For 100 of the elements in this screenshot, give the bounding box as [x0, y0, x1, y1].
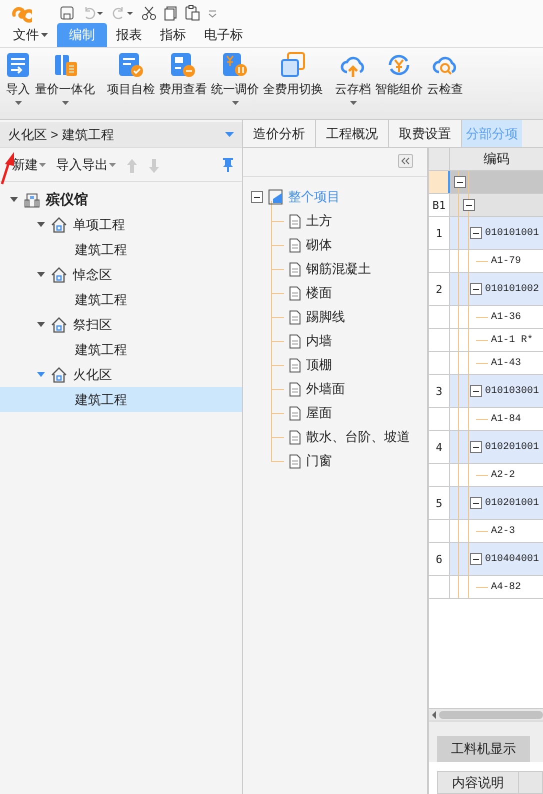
building-icon	[24, 191, 40, 208]
document-icon	[289, 382, 301, 396]
collapse-box[interactable]	[470, 497, 482, 509]
ribbon-button[interactable]: 云检查	[426, 52, 464, 119]
document-list-icon	[52, 52, 78, 78]
ribbon-button[interactable]: 导入	[4, 52, 32, 119]
document-icon	[289, 286, 301, 300]
house-icon	[51, 366, 67, 382]
tree-item[interactable]: 钢筋混凝土	[306, 260, 371, 278]
caret-icon	[109, 162, 116, 166]
caret-icon	[41, 33, 48, 37]
document-icon	[289, 430, 301, 444]
collapse-box[interactable]	[470, 441, 482, 453]
view-tab[interactable]: 造价分析	[243, 120, 316, 147]
menu-tab[interactable]: 报表	[107, 23, 151, 47]
tree-item[interactable]: 单项工程	[0, 212, 242, 237]
collapse-box[interactable]	[470, 385, 482, 397]
ribbon-button[interactable]: 全费用切换	[262, 52, 324, 119]
code-text: 010201001	[485, 498, 540, 508]
yen-cycle-icon	[386, 52, 412, 78]
document-icon	[289, 214, 301, 228]
tree-item[interactable]: 屋面	[306, 404, 332, 422]
view-tab[interactable]: 取费设置	[389, 120, 462, 147]
tree-item[interactable]: 顶棚	[306, 356, 332, 374]
pin-icon[interactable]	[222, 156, 234, 172]
double-chevron-icon	[401, 157, 410, 165]
tree-item[interactable]: 殡仪馆	[0, 187, 242, 212]
expand-caret-icon[interactable]	[37, 372, 45, 377]
collapse-box[interactable]	[251, 191, 263, 203]
view-tab[interactable]: 工程概况	[316, 120, 389, 147]
code-text: 010101002	[485, 284, 540, 294]
copy-icon[interactable]	[164, 6, 177, 20]
folder-icon	[268, 189, 283, 205]
caret-icon	[39, 162, 46, 166]
tree-item[interactable]: 火化区	[0, 362, 242, 387]
collapse-box[interactable]	[454, 176, 466, 188]
tree-item[interactable]: 建筑工程	[0, 337, 242, 362]
menu-tab[interactable]: 文件	[4, 23, 57, 47]
tree-item[interactable]: 门窗	[306, 452, 332, 470]
house-icon	[51, 266, 67, 282]
ribbon-button[interactable]: 云存档	[334, 52, 372, 119]
code-text: A1-1 R*	[491, 334, 534, 346]
paste-icon[interactable]	[185, 5, 200, 21]
ribbon-button[interactable]: 统一调价	[210, 52, 260, 119]
code-text: 010201001	[485, 442, 540, 452]
tree-item[interactable]: 悼念区	[0, 262, 242, 287]
menu-tab[interactable]: 指标	[151, 23, 195, 47]
expand-caret-icon[interactable]	[37, 272, 45, 277]
code-text: A1-36	[491, 312, 522, 322]
caret-icon	[62, 101, 68, 105]
collapse-box[interactable]	[470, 553, 482, 565]
tree-item[interactable]: 建筑工程	[0, 387, 242, 412]
panel-tab[interactable]: 工料机显示	[437, 736, 530, 762]
toolbar-button[interactable]: 导入导出	[56, 156, 116, 174]
ribbon-button[interactable]: 量价一体化	[34, 52, 96, 119]
tree-item[interactable]: 内墙	[306, 332, 332, 350]
tree-item[interactable]: 楼面	[306, 284, 332, 302]
tree-item[interactable]: 踢脚线	[306, 308, 345, 326]
dropdown-icon[interactable]	[225, 132, 234, 137]
tree-item[interactable]: 祭扫区	[0, 312, 242, 337]
scrollbar-thumb[interactable]	[439, 710, 543, 718]
code-text: 010103001	[485, 386, 540, 396]
expand-caret-icon[interactable]	[37, 322, 45, 327]
scroll-left-icon[interactable]	[431, 710, 437, 718]
save-icon[interactable]	[60, 6, 74, 20]
tree-item[interactable]: 外墙面	[306, 380, 345, 398]
tree-item[interactable]: 建筑工程	[0, 287, 242, 312]
expand-caret-icon[interactable]	[37, 222, 45, 227]
toolbar-button[interactable]: 新建	[12, 156, 46, 174]
document-yen-icon	[222, 52, 248, 78]
document-icon	[289, 406, 301, 420]
code-text: A1-43	[491, 358, 522, 368]
ribbon-button[interactable]: 项目自检	[106, 52, 156, 119]
collapse-button[interactable]	[398, 154, 413, 168]
menu-tab[interactable]: 电子标	[195, 23, 252, 47]
code-text: A4-82	[491, 582, 522, 592]
caret-icon	[232, 101, 238, 105]
row-number	[429, 171, 450, 193]
tree-item[interactable]: 砌体	[306, 236, 332, 254]
customize-icon[interactable]	[208, 8, 217, 18]
redo-icon[interactable]	[112, 6, 134, 20]
ribbon-button[interactable]: 智能组价	[374, 52, 424, 119]
tree-item[interactable]: 散水、台阶、坡道	[306, 428, 410, 446]
document-icon	[289, 310, 301, 324]
document-icon	[289, 238, 301, 252]
collapse-box[interactable]	[470, 227, 482, 239]
collapse-box[interactable]	[470, 283, 482, 295]
expand-caret-icon[interactable]	[10, 197, 18, 202]
document-icon	[289, 454, 301, 468]
column-header: 内容说明	[437, 771, 519, 794]
caret-icon	[14, 101, 22, 105]
tree-item[interactable]: 土方	[306, 212, 332, 230]
swap-squares-icon	[280, 52, 306, 78]
tree-item[interactable]: 建筑工程	[0, 237, 242, 262]
collapse-box[interactable]	[463, 199, 475, 211]
code-text: A2-3	[491, 526, 516, 536]
code-text: A1-84	[491, 414, 522, 424]
code-text: A1-79	[491, 256, 522, 266]
ribbon-button[interactable]: 费用查看	[158, 52, 208, 119]
scissors-icon[interactable]	[142, 6, 156, 20]
